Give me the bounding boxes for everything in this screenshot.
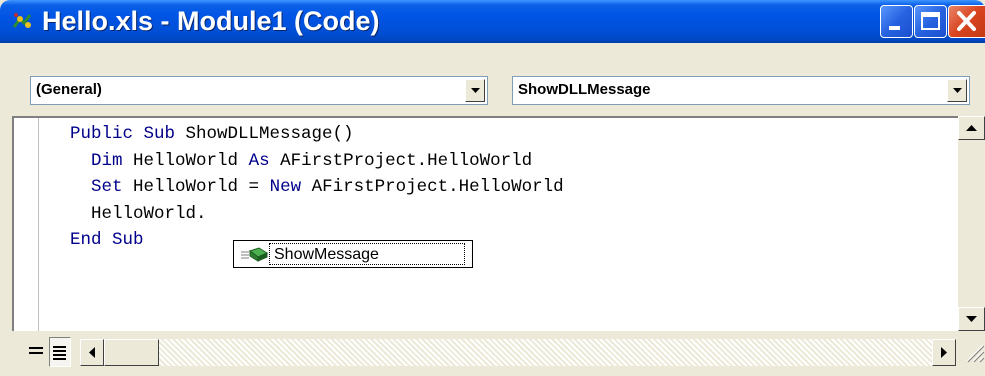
code-token: HelloWorld = bbox=[122, 177, 270, 197]
chevron-down-icon bbox=[953, 88, 962, 93]
code-keyword: As bbox=[248, 150, 270, 171]
procedure-view-button[interactable] bbox=[26, 337, 48, 367]
code-line[interactable]: Set HelloWorld = New AFirstProject.Hello… bbox=[70, 174, 564, 201]
autocomplete-item[interactable]: ShowMessage bbox=[237, 243, 467, 265]
resize-grip[interactable] bbox=[957, 331, 985, 371]
code-token: AFirstProject.HelloWorld bbox=[301, 177, 564, 197]
code-keyword: Set bbox=[91, 177, 123, 197]
vba-app-icon bbox=[12, 13, 32, 28]
scroll-up-button[interactable] bbox=[958, 116, 985, 140]
code-line[interactable]: Dim HelloWorld As AFirstProject.HelloWor… bbox=[70, 148, 564, 175]
code-keyword: Dim bbox=[91, 150, 123, 171]
window-title: Hello.xls - Module1 (Code) bbox=[42, 6, 380, 36]
procedure-combo[interactable]: ShowDLLMessage bbox=[512, 76, 970, 105]
close-button[interactable] bbox=[948, 5, 985, 38]
code-token: ShowDLLMessage() bbox=[175, 124, 354, 144]
procedure-view-icon bbox=[29, 347, 43, 354]
full-module-view-icon bbox=[53, 346, 66, 360]
code-token: HelloWorld. bbox=[70, 203, 207, 224]
full-module-view-button[interactable] bbox=[49, 337, 71, 367]
maximize-icon bbox=[921, 12, 940, 30]
code-keyword: New bbox=[269, 177, 302, 197]
arrow-left-icon bbox=[89, 347, 95, 358]
object-combo-value: (General) bbox=[36, 81, 102, 98]
horizontal-scrollbar[interactable] bbox=[80, 339, 955, 366]
close-icon bbox=[957, 11, 976, 31]
code-line[interactable]: HelloWorld. bbox=[70, 201, 564, 228]
horizontal-scroll-thumb[interactable] bbox=[104, 339, 159, 366]
procedure-combo-value: ShowDLLMessage bbox=[518, 81, 651, 98]
autocomplete-list[interactable]: ShowMessage bbox=[233, 240, 473, 268]
vertical-scrollbar[interactable] bbox=[958, 116, 985, 331]
method-icon bbox=[241, 247, 269, 262]
arrow-right-icon bbox=[941, 347, 947, 358]
scroll-down-button[interactable] bbox=[958, 307, 985, 331]
minimize-button[interactable] bbox=[880, 5, 913, 38]
code-keyword: End Sub bbox=[70, 230, 144, 250]
object-combo[interactable]: (General) bbox=[30, 76, 488, 105]
autocomplete-item-label: ShowMessage bbox=[269, 243, 465, 265]
scroll-right-button[interactable] bbox=[932, 339, 956, 366]
title-bar[interactable]: Hello.xls - Module1 (Code) bbox=[0, 0, 985, 43]
code-text[interactable]: Public Sub ShowDLLMessage() Dim HelloWor… bbox=[70, 121, 564, 254]
resize-grip-icon bbox=[966, 344, 985, 363]
arrow-down-icon bbox=[966, 316, 977, 322]
procedure-combo-dropdown-button[interactable] bbox=[947, 79, 967, 102]
arrow-up-icon bbox=[966, 125, 977, 131]
bottom-bar bbox=[0, 331, 985, 371]
code-token: AFirstProject.HelloWorld bbox=[269, 150, 533, 171]
minimize-icon bbox=[889, 26, 900, 30]
object-combo-dropdown-button[interactable] bbox=[465, 79, 485, 102]
code-line[interactable]: Public Sub ShowDLLMessage() bbox=[70, 121, 564, 148]
scroll-left-button[interactable] bbox=[80, 339, 104, 366]
code-keyword: Public Sub bbox=[70, 124, 176, 144]
chevron-down-icon bbox=[471, 88, 480, 93]
code-token: HelloWorld bbox=[122, 150, 249, 171]
maximize-button[interactable] bbox=[914, 5, 947, 38]
